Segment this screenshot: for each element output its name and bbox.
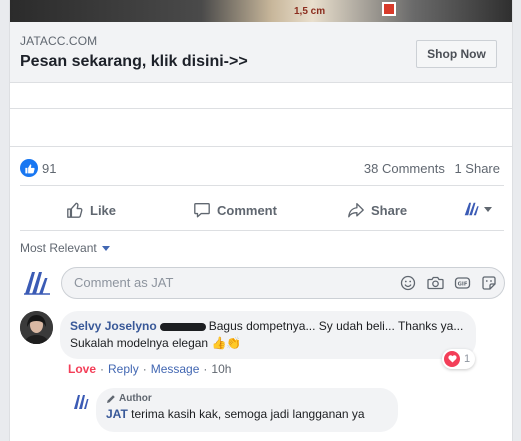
post-card: 1,5 cm JATACC.COM Pesan sekarang, klik d… [9, 0, 513, 441]
like-button[interactable]: Like [66, 195, 116, 225]
divider [10, 146, 512, 147]
share-arrow-icon [348, 203, 364, 218]
gif-icon[interactable]: GIF [453, 274, 471, 292]
dot-separator: · [203, 362, 208, 376]
reply-link[interactable]: Reply [108, 362, 139, 376]
link-domain: JATACC.COM [20, 34, 98, 48]
post-image[interactable]: 1,5 cm [10, 0, 512, 22]
comment-button[interactable]: Comment [193, 195, 277, 225]
reply-text-line: JAT terima kasih kak, semoga jadi langga… [106, 406, 388, 423]
comment-count[interactable]: 38 Comments [364, 161, 445, 176]
shop-now-button[interactable]: Shop Now [416, 40, 497, 68]
jat-logo-icon [464, 202, 479, 216]
redaction-mark [159, 322, 206, 331]
author-badge: Author [106, 393, 388, 404]
divider [20, 185, 504, 186]
jat-logo-icon [74, 395, 89, 409]
comment-timestamp[interactable]: 10h [211, 362, 231, 376]
dot-separator: · [142, 362, 147, 376]
comment-bubble: Selvy Joselyno Bagus dompetnya... Sy udah… [60, 311, 476, 359]
sticker-icon[interactable] [480, 274, 498, 292]
svg-text:GIF: GIF [457, 281, 467, 287]
like-reaction-icon[interactable] [20, 159, 38, 177]
sort-label: Most Relevant [20, 241, 97, 255]
love-button[interactable]: Love [68, 362, 96, 376]
post-actions: Like Comment Share [10, 195, 512, 225]
reply-text: terima kasih kak, semoga jadi langganan … [131, 407, 365, 421]
image-caption: 1,5 cm [294, 6, 326, 17]
reply-avatar[interactable] [72, 392, 92, 412]
image-decor [382, 2, 396, 16]
reply-author-name[interactable]: JAT [106, 407, 128, 421]
like-count[interactable]: 91 [42, 161, 56, 176]
comment-compose[interactable]: GIF [61, 267, 505, 299]
commenter-name[interactable]: Selvy Joselyno [70, 319, 157, 333]
chevron-down-icon [484, 206, 492, 212]
comment-emoji: 👍👏 [211, 336, 242, 350]
thumbs-up-icon [67, 202, 83, 218]
compose-tools: GIF [399, 274, 498, 292]
comment-input[interactable] [74, 275, 374, 290]
dot-separator: · [100, 362, 105, 376]
comment-label: Comment [217, 202, 277, 218]
link-preview[interactable]: JATACC.COM Pesan sekarang, klik disini->… [10, 22, 512, 83]
jat-logo-icon [24, 272, 50, 295]
pencil-icon [107, 394, 115, 403]
reaction-stats: 91 38 Comments 1 Share [20, 158, 500, 178]
reaction-count: 1 [464, 353, 471, 365]
share-label: Share [371, 202, 408, 218]
share-count[interactable]: 1 Share [454, 161, 500, 176]
link-title[interactable]: Pesan sekarang, klik disini->> [20, 53, 248, 71]
camera-icon[interactable] [426, 274, 444, 292]
like-label: Like [90, 202, 117, 218]
comment-reaction-count[interactable]: 1 [442, 349, 476, 369]
speech-bubble-icon [194, 203, 210, 218]
chevron-down-icon [101, 245, 110, 251]
author-badge-label: Author [119, 393, 152, 404]
divider [20, 230, 504, 231]
reply-bubble: Author JAT terima kasih kak, semoga jadi… [96, 388, 398, 432]
heart-icon [444, 351, 460, 367]
share-button[interactable]: Share [347, 195, 407, 225]
comment-sort-dropdown[interactable]: Most Relevant [20, 241, 110, 255]
comment-meta: Love · Reply · Message · 10h [68, 362, 231, 376]
emoji-icon[interactable] [399, 274, 417, 292]
commenter-avatar[interactable] [20, 311, 53, 344]
post-as-selector[interactable] [462, 200, 492, 218]
message-link[interactable]: Message [151, 362, 200, 376]
stats-right: 38 Comments 1 Share [358, 161, 500, 176]
divider [10, 108, 512, 109]
user-avatar[interactable] [20, 266, 54, 300]
